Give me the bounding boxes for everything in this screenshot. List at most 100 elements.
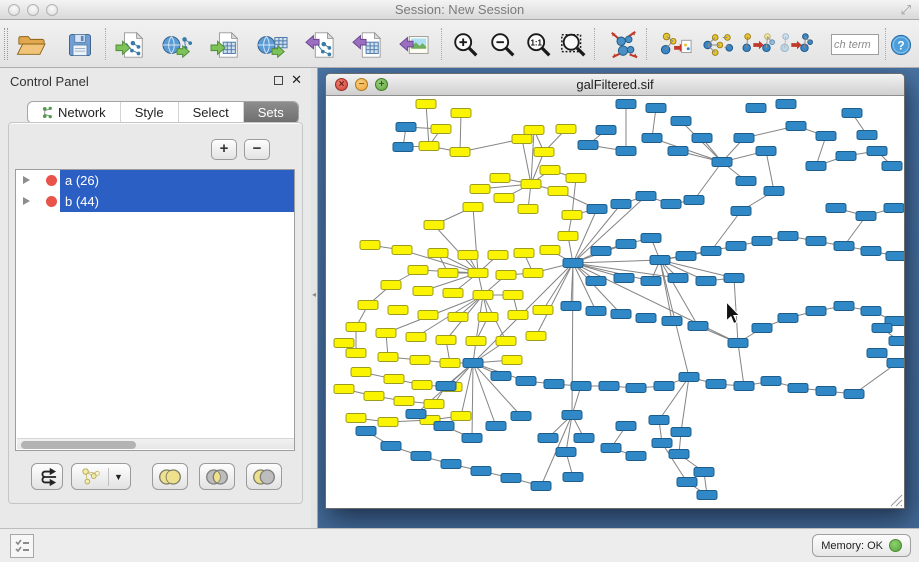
mouse-cursor [724, 302, 742, 324]
import-table-file-button[interactable] [208, 28, 244, 62]
svg-text:1:1: 1:1 [530, 38, 542, 47]
union-sets-button[interactable] [152, 463, 188, 490]
set-row-b[interactable]: b (44) [16, 191, 294, 212]
network-set-icon [79, 467, 103, 487]
network-window-title: galFiltered.sif [326, 74, 904, 95]
task-list-icon [14, 538, 30, 554]
remove-set-button[interactable]: − [244, 139, 270, 160]
export-network-icon [304, 30, 336, 60]
hide-selection-icon [779, 29, 813, 61]
memory-status-button[interactable]: Memory: OK [812, 534, 911, 557]
import-table-web-button[interactable] [255, 28, 291, 62]
horizontal-scrollbar[interactable] [17, 438, 294, 449]
toolbar-separator [105, 28, 106, 60]
network-window-titlebar[interactable]: × − + galFiltered.sif [326, 74, 904, 96]
network-view-window[interactable]: × − + galFiltered.sif [325, 73, 905, 509]
tab-sets[interactable]: Sets [244, 102, 298, 123]
hide-selection-button[interactable] [778, 28, 814, 62]
help-button[interactable]: ? [888, 28, 914, 62]
minimize-network-icon[interactable]: − [355, 78, 368, 91]
task-history-button[interactable] [10, 534, 34, 558]
open-folder-icon [16, 31, 46, 59]
split-sets-button[interactable] [31, 463, 63, 490]
set-row-a[interactable]: a (26) [16, 170, 294, 191]
toolbar-drag-handle[interactable] [4, 28, 8, 60]
import-network-web-icon [162, 30, 194, 60]
expand-triangle-icon[interactable] [23, 176, 30, 184]
copy-selection-to-network-button[interactable] [740, 28, 776, 62]
import-network-web-button[interactable] [160, 28, 196, 62]
zoom-fit-selected-button[interactable] [556, 28, 592, 62]
add-set-button[interactable]: + [211, 139, 237, 160]
scrollbar-thumb[interactable] [21, 441, 136, 449]
tab-select[interactable]: Select [179, 102, 244, 123]
window-title: Session: New Session [0, 2, 919, 17]
network-graph[interactable] [326, 96, 904, 508]
window-titlebar: Session: New Session ⤢ [0, 0, 919, 20]
open-file-button[interactable] [13, 28, 49, 62]
save-floppy-icon [66, 31, 94, 59]
resize-grip[interactable] [888, 492, 903, 507]
close-network-icon[interactable]: × [335, 78, 348, 91]
set-color-dot [46, 196, 57, 207]
float-panel-icon[interactable] [274, 76, 283, 85]
select-first-neighbors-button[interactable] [700, 28, 736, 62]
dropdown-arrow-icon[interactable]: ▼ [114, 472, 123, 482]
tab-network[interactable]: Network [28, 102, 121, 123]
export-image-button[interactable] [396, 28, 432, 62]
zoom-selected-icon [559, 30, 589, 60]
status-bar: Memory: OK [0, 528, 919, 562]
close-panel-icon[interactable]: ✕ [291, 72, 302, 88]
control-panel-tabs: Network Style Select Sets [27, 101, 299, 124]
toolbar-separator [594, 28, 595, 60]
search-input[interactable]: ch term [831, 34, 879, 55]
network-desktop: × − + galFiltered.sif [318, 68, 919, 528]
zoom-actual-size-button[interactable]: 1:1 [521, 28, 557, 62]
import-network-file-button[interactable] [113, 28, 149, 62]
export-table-icon [351, 30, 383, 60]
tab-style[interactable]: Style [121, 102, 179, 123]
zoom-out-button[interactable] [485, 28, 521, 62]
control-panel: Control Panel ✕ Network Style Se [0, 68, 311, 528]
main-toolbar: 1:1 [0, 20, 919, 68]
control-panel-title: Control Panel [10, 74, 89, 89]
network-canvas[interactable] [326, 96, 904, 508]
application-window: Session: New Session ⤢ [0, 0, 919, 562]
apply-layout-button[interactable] [606, 28, 642, 62]
button-divider [108, 468, 109, 486]
memory-status-label: Memory: OK [821, 540, 883, 552]
export-image-icon [398, 30, 430, 60]
sets-list[interactable]: a (26) b (44) [15, 169, 295, 451]
maximize-network-icon[interactable]: + [375, 78, 388, 91]
export-table-button[interactable] [349, 28, 385, 62]
expand-triangle-icon[interactable] [23, 197, 30, 205]
layout-icon [608, 29, 640, 61]
export-network-button[interactable] [302, 28, 338, 62]
network-from-selection-icon [659, 29, 693, 61]
save-session-button[interactable] [62, 28, 98, 62]
select-first-neighbors-icon [701, 29, 735, 61]
sets-panel: + − a (26) b (44) [8, 122, 303, 504]
zoom-in-icon [451, 30, 481, 60]
panel-splitter[interactable]: ◂ [311, 68, 318, 528]
venn-intersection-icon [203, 467, 231, 487]
zoom-one-to-one-icon: 1:1 [524, 30, 554, 60]
zoom-in-button[interactable] [448, 28, 484, 62]
intersect-sets-button[interactable] [199, 463, 235, 490]
network-from-selection-button[interactable] [658, 28, 694, 62]
import-network-icon [115, 30, 147, 60]
network-tab-icon [42, 106, 53, 119]
import-table-icon [210, 30, 242, 60]
sets-actions: ▼ [9, 463, 304, 497]
difference-sets-button[interactable] [246, 463, 282, 490]
search-text: ch term [834, 39, 871, 51]
venn-difference-icon [250, 467, 278, 487]
zoom-out-icon [488, 30, 518, 60]
fullscreen-icon[interactable]: ⤢ [901, 2, 911, 18]
split-arrows-icon [36, 467, 58, 487]
collapse-panel-icon[interactable]: ◂ [312, 290, 316, 299]
control-panel-header: Control Panel ✕ [0, 68, 311, 94]
help-icon: ? [890, 34, 912, 56]
venn-union-icon [156, 467, 184, 487]
create-set-from-network-button[interactable]: ▼ [71, 463, 131, 490]
